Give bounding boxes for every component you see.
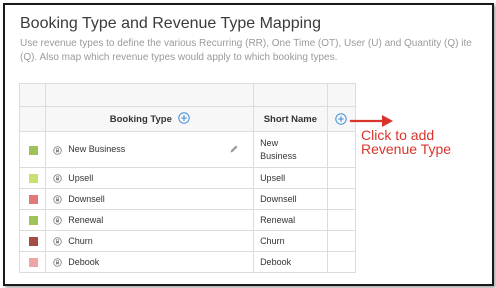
description-line-2: (Q). Also map which revenue types would … — [20, 52, 338, 63]
short-name-line-2: Business — [260, 150, 297, 161]
table-row[interactable]: Upsell Upsell — [18, 167, 357, 189]
pencil-icon[interactable] — [229, 144, 239, 154]
short-name: Debook — [253, 251, 328, 273]
booking-type-header-label: Booking Type — [109, 113, 172, 125]
booking-type-name: Renewal — [68, 214, 104, 225]
callout-line-1: Click to add — [361, 127, 435, 143]
callout-text: Click to add Revenue Type — [361, 128, 451, 156]
booking-type-name: Debook — [68, 256, 100, 267]
short-name: Downsell — [253, 188, 328, 210]
color-swatch[interactable] — [29, 237, 38, 247]
color-swatch[interactable] — [29, 174, 38, 184]
table-row[interactable]: Debook Debook — [18, 251, 357, 273]
lock-icon — [53, 258, 62, 267]
column-header-booking-type: Booking Type — [45, 106, 255, 132]
color-swatch[interactable] — [29, 195, 38, 205]
page-description: Use revenue types to define the various … — [20, 37, 490, 65]
callout-line-2: Revenue Type — [361, 141, 452, 157]
table-row[interactable]: Downsell Downsell — [18, 188, 357, 210]
short-name-line-1: New — [260, 137, 279, 148]
table-row[interactable]: Churn Churn — [18, 230, 357, 252]
color-swatch[interactable] — [29, 216, 38, 226]
table-header-row: Booking Type Short Name — [18, 106, 357, 132]
add-booking-type-plus-icon[interactable] — [177, 111, 190, 127]
table-top-bar — [18, 83, 357, 107]
color-swatch[interactable] — [29, 145, 38, 155]
add-revenue-type-plus-icon[interactable] — [335, 113, 348, 125]
short-name: Renewal — [253, 209, 328, 231]
color-swatch[interactable] — [29, 258, 38, 268]
description-line-1: Use revenue types to define the various … — [20, 38, 472, 49]
booking-type-name: New Business — [68, 144, 126, 155]
table-row[interactable]: New Business New Business — [18, 131, 357, 168]
column-header-short-name: Short Name — [253, 106, 328, 132]
lock-icon — [53, 195, 62, 204]
lock-icon — [53, 237, 62, 246]
screenshot-frame: Booking Type and Revenue Type Mapping Us… — [3, 3, 494, 286]
table-row[interactable]: Renewal Renewal — [18, 209, 357, 231]
booking-type-table: Booking Type Short Name New Business New… — [18, 83, 357, 273]
booking-type-name: Upsell — [68, 172, 94, 183]
lock-icon — [53, 145, 62, 155]
booking-type-name: Churn — [68, 235, 93, 246]
lock-icon — [53, 216, 62, 225]
booking-type-name: Downsell — [68, 193, 105, 204]
short-name: Upsell — [253, 167, 328, 189]
page-title: Booking Type and Revenue Type Mapping — [20, 15, 321, 32]
short-name: Churn — [253, 230, 328, 252]
lock-icon — [53, 174, 62, 183]
